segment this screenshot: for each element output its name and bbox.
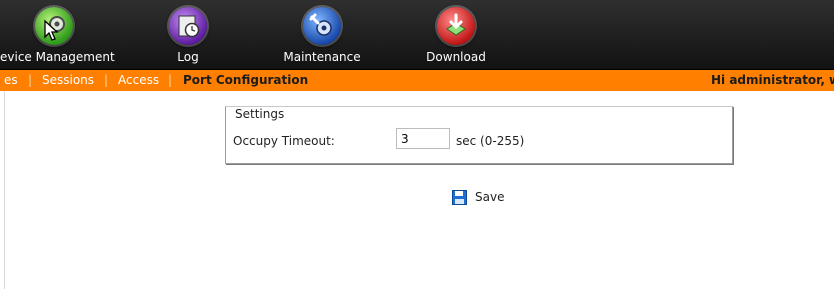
nav-label-log: Log <box>177 50 199 64</box>
nav-item-maintenance[interactable]: Maintenance <box>274 0 370 69</box>
content-left-border <box>4 91 5 289</box>
greeting-text: Hi administrator, w <box>711 73 834 87</box>
subnav-item-access[interactable]: Access <box>118 70 159 91</box>
download-icon <box>437 7 475 45</box>
nav-item-download[interactable]: Download <box>418 0 494 69</box>
subnav-separator: | <box>104 73 109 87</box>
subnav-item-port-configuration[interactable]: Port Configuration <box>183 70 308 91</box>
nav-label-maintenance: Maintenance <box>283 50 361 64</box>
nav-label-device-management: evice Management <box>0 50 115 64</box>
nav-label-download: Download <box>426 50 486 64</box>
subnav-separator: | <box>28 73 33 87</box>
maintenance-icon <box>303 7 341 45</box>
save-button-label: Save <box>475 190 505 204</box>
occupy-timeout-label: Occupy Timeout: <box>233 134 335 148</box>
occupy-timeout-input[interactable] <box>396 128 450 149</box>
device-management-icon <box>35 7 73 45</box>
top-navigation: evice Management Log Maintenance Downloa… <box>0 0 834 70</box>
subnav-item-sessions[interactable]: Sessions <box>42 70 94 91</box>
settings-legend: Settings <box>233 107 287 121</box>
nav-item-device-management[interactable]: evice Management <box>0 0 118 69</box>
app-window: evice Management Log Maintenance Downloa… <box>0 0 834 289</box>
log-clock-icon <box>169 7 207 45</box>
save-floppy-icon <box>452 189 467 205</box>
occupy-timeout-unit: sec (0-255) <box>456 134 525 148</box>
nav-item-log[interactable]: Log <box>150 0 226 69</box>
subnav-item-truncated[interactable]: es <box>4 70 18 91</box>
subnav-separator: | <box>168 73 173 87</box>
save-button[interactable]: Save <box>452 188 504 206</box>
sub-navigation: es | Sessions | Access | Port Configurat… <box>0 70 834 91</box>
